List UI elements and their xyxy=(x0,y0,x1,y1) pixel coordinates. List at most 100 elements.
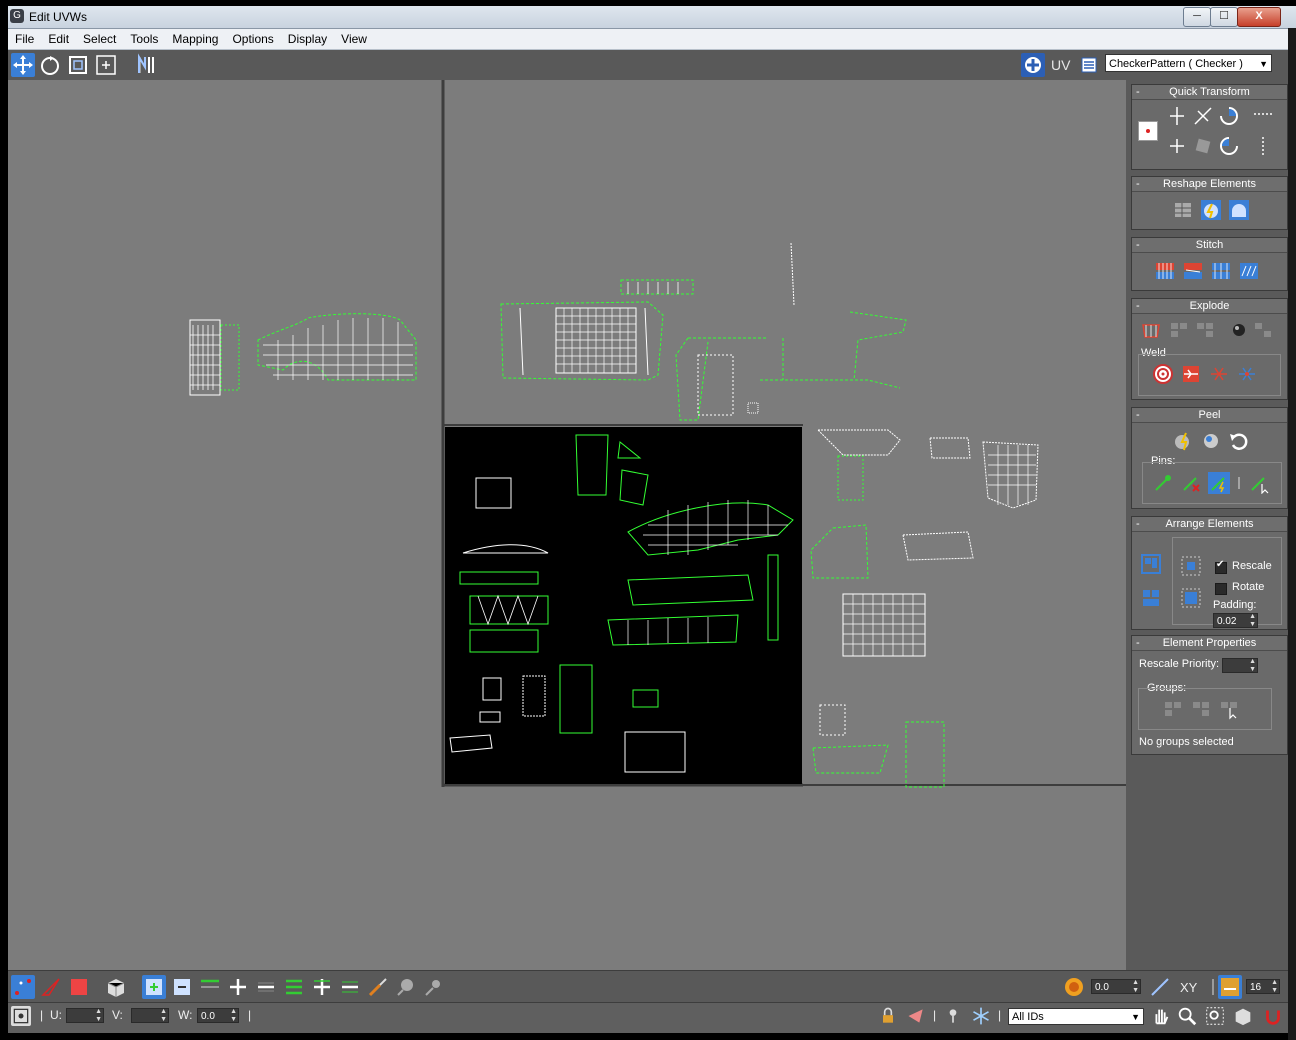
reset-peel-icon[interactable] xyxy=(1228,430,1250,452)
freeze-selected-icon[interactable] xyxy=(971,1006,991,1026)
menu-options[interactable]: Options xyxy=(225,29,280,49)
ring-loop-icon[interactable] xyxy=(282,975,306,999)
align-vertical-icon[interactable] xyxy=(1166,135,1188,157)
straighten-selection-icon[interactable] xyxy=(1172,199,1194,221)
menu-file[interactable]: File xyxy=(8,29,41,49)
select-group-icon[interactable] xyxy=(1218,698,1240,720)
pack-custom-icon[interactable] xyxy=(1140,553,1162,575)
stitch-to-source-icon[interactable] xyxy=(1182,260,1204,282)
flatten-by-material-ids-icon[interactable] xyxy=(1194,319,1216,341)
close-button[interactable]: X xyxy=(1237,7,1281,27)
material-id-dropdown[interactable]: All IDs ▼ xyxy=(1008,1008,1144,1025)
rollout-header-element-properties[interactable]: - Element Properties xyxy=(1132,636,1287,651)
stitch-custom-icon[interactable] xyxy=(1154,260,1176,282)
grid-size-spinner[interactable]: 16 ▲ ▼ xyxy=(1246,979,1280,994)
menu-select[interactable]: Select xyxy=(76,29,123,49)
pack-together-icon[interactable] xyxy=(1180,555,1202,577)
element-mode-icon[interactable] xyxy=(104,975,128,999)
rollout-header-arrange-elements[interactable]: - Arrange Elements xyxy=(1132,517,1287,532)
target-weld-icon[interactable] xyxy=(1152,363,1174,385)
align-diagonal-icon[interactable] xyxy=(1192,105,1214,127)
uv-mode-label[interactable]: UV xyxy=(1051,57,1070,73)
align-horizontal-icon[interactable] xyxy=(1166,105,1188,127)
freeform-icon[interactable] xyxy=(94,53,118,77)
menu-edit[interactable]: Edit xyxy=(41,29,76,49)
rollout-header-reshape-elements[interactable]: - Reshape Elements xyxy=(1132,177,1287,192)
pin-selected-icon[interactable] xyxy=(1152,472,1174,494)
detach-edge-verts-icon[interactable] xyxy=(1252,319,1274,341)
pivot-icon[interactable] xyxy=(1138,121,1158,141)
shrink-brush-icon[interactable] xyxy=(422,975,446,999)
auto-pin-moved-vertices-icon[interactable] xyxy=(1208,472,1230,494)
space-vertical-icon[interactable] xyxy=(1252,135,1274,157)
rotate-icon[interactable] xyxy=(38,53,62,77)
rotate-minus-90-icon[interactable] xyxy=(1218,135,1240,157)
falloff-space-label[interactable]: XY xyxy=(1180,980,1197,995)
rescale-priority-spinner[interactable]: ▲ ▼ xyxy=(1222,658,1258,673)
grow-selection-icon[interactable] xyxy=(142,975,166,999)
texture-dropdown[interactable]: CheckerPattern ( Checker ) ▼ xyxy=(1105,54,1272,72)
zoom-region-icon[interactable] xyxy=(1204,1005,1226,1027)
checker-map-icon[interactable] xyxy=(1021,53,1045,77)
u-spinner[interactable]: ▲ ▼ xyxy=(66,1008,104,1023)
relax-icon[interactable] xyxy=(1200,199,1222,221)
weld-all-selected-icon[interactable] xyxy=(1236,363,1258,385)
space-horizontal-icon[interactable] xyxy=(1252,103,1274,125)
soft-selection-icon[interactable] xyxy=(1062,975,1086,999)
pack-rescale-icon[interactable] xyxy=(1180,587,1202,609)
weld-selected-icon[interactable] xyxy=(1180,363,1202,385)
unpin-selected-icon[interactable] xyxy=(1180,472,1202,494)
loop-shrink-icon[interactable] xyxy=(226,975,250,999)
rollout-header-quick-transform[interactable]: - Quick Transform xyxy=(1132,85,1287,100)
mirror-icon[interactable] xyxy=(135,53,159,77)
rotate-checkbox[interactable] xyxy=(1215,583,1227,595)
lock-selection-icon[interactable] xyxy=(878,1006,898,1026)
shrink-selection-icon[interactable] xyxy=(170,975,194,999)
edge-mode-icon[interactable] xyxy=(39,975,63,999)
vertex-mode-icon[interactable] xyxy=(11,975,35,999)
stitch-to-target-icon[interactable] xyxy=(1238,260,1260,282)
relax-until-flat-icon[interactable] xyxy=(1228,199,1250,221)
pan-icon[interactable] xyxy=(1150,1005,1172,1027)
menu-view[interactable]: View xyxy=(334,29,374,49)
uv-editor-viewport[interactable] xyxy=(8,80,1126,970)
falloff-type-icon[interactable] xyxy=(1148,975,1172,999)
zoom-icon[interactable] xyxy=(1176,1005,1198,1027)
hide-selected-icon[interactable] xyxy=(943,1006,963,1026)
quick-peel-icon[interactable] xyxy=(1172,430,1194,452)
menu-mapping[interactable]: Mapping xyxy=(165,29,225,49)
pack-normalize-icon[interactable] xyxy=(1140,587,1162,609)
flatten-by-smoothing-groups-icon[interactable] xyxy=(1168,319,1190,341)
rollout-header-stitch[interactable]: - Stitch xyxy=(1132,238,1287,253)
stitch-weld-icon[interactable] xyxy=(1208,363,1230,385)
snap-toggle-icon[interactable] xyxy=(1262,1005,1284,1027)
loop-grow-icon[interactable] xyxy=(198,975,222,999)
filter-selected-faces-icon[interactable] xyxy=(905,1006,927,1026)
polygon-mode-icon[interactable] xyxy=(67,975,91,999)
rotate-plus-90-icon[interactable] xyxy=(1218,105,1240,127)
menu-tools[interactable]: Tools xyxy=(123,29,165,49)
scale-icon[interactable] xyxy=(66,53,90,77)
padding-spinner[interactable]: 0.02 ▲ ▼ xyxy=(1213,613,1258,628)
v-spinner[interactable]: ▲ ▼ xyxy=(131,1008,169,1023)
stitch-to-average-icon[interactable] xyxy=(1210,260,1232,282)
enlarge-brush-icon[interactable] xyxy=(394,975,418,999)
rollout-header-explode[interactable]: - Explode xyxy=(1132,299,1287,314)
minimize-button[interactable]: ─ xyxy=(1183,7,1211,27)
menu-display[interactable]: Display xyxy=(281,29,334,49)
ungroup-selected-icon[interactable] xyxy=(1190,698,1212,720)
w-spinner[interactable]: 0.0 ▲ ▼ xyxy=(197,1008,239,1023)
move-icon[interactable] xyxy=(11,53,35,77)
ring-shrink-icon[interactable] xyxy=(310,975,334,999)
straighten-icon[interactable] xyxy=(1192,135,1214,157)
rollout-header-peel[interactable]: - Peel xyxy=(1132,408,1287,423)
maximize-button[interactable]: ☐ xyxy=(1210,7,1238,27)
rescale-checkbox[interactable]: ✔ xyxy=(1215,559,1227,574)
ring-grow-icon[interactable] xyxy=(254,975,278,999)
group-selected-icon[interactable] xyxy=(1162,698,1184,720)
limit-soft-selection-icon[interactable] xyxy=(1218,975,1242,999)
flatten-by-polygon-angle-icon[interactable] xyxy=(1140,319,1162,341)
peel-mode-icon[interactable] xyxy=(1200,430,1222,452)
options-list-icon[interactable] xyxy=(1080,56,1098,74)
paint-select-icon[interactable] xyxy=(366,975,390,999)
